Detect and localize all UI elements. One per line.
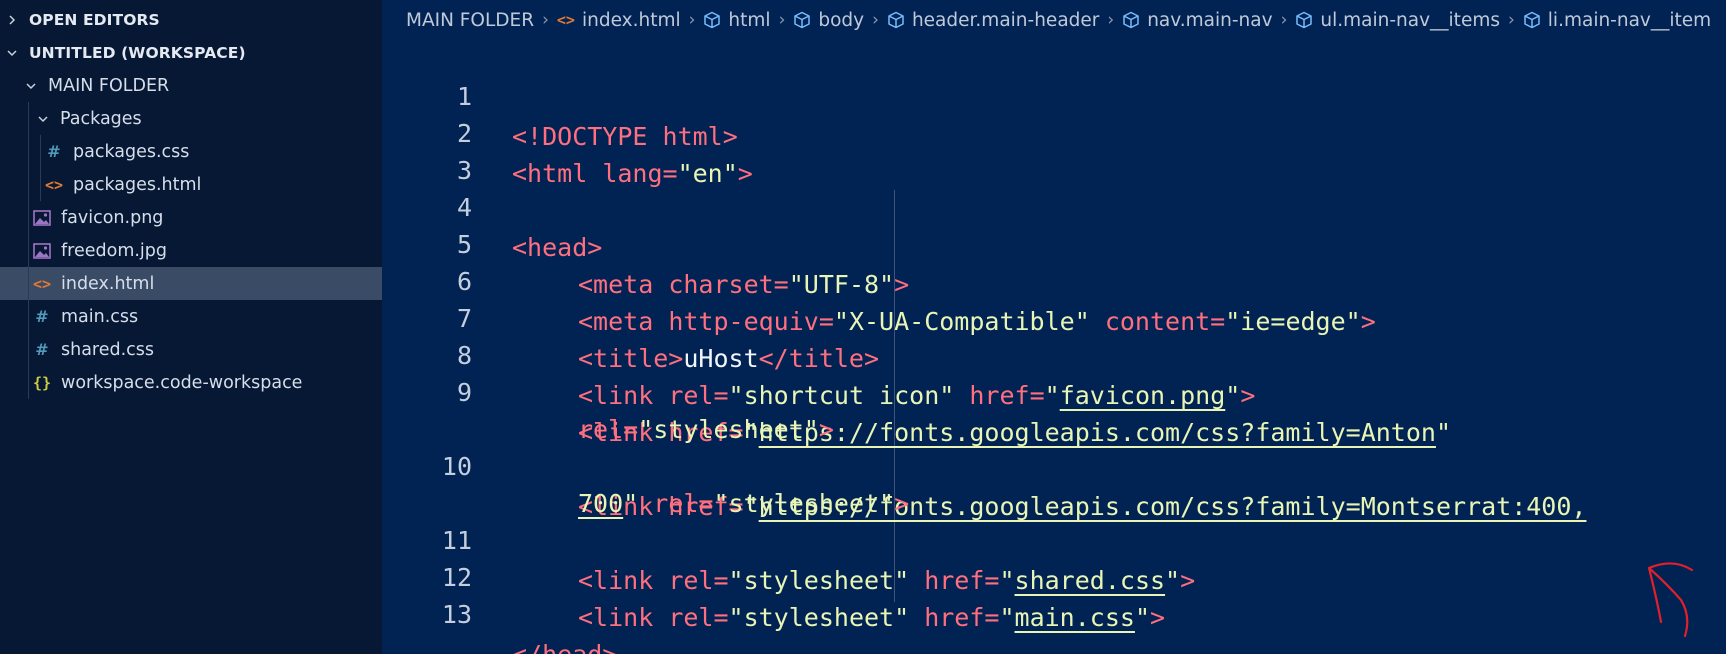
workspace-section[interactable]: UNTITLED (WORKSPACE) <box>0 36 382 69</box>
html-icon: <> <box>45 175 64 194</box>
packages-folder-label: Packages <box>60 108 142 129</box>
chevron-right-icon: › <box>778 10 786 30</box>
symbol-cube-icon <box>793 11 811 29</box>
breadcrumb-item[interactable]: nav.main-nav <box>1147 10 1272 31</box>
code-token-string: " <box>999 603 1015 632</box>
code-line-wrap[interactable]: rel="stylesheet"> <box>382 370 1726 444</box>
code-line[interactable]: 6 <meta http-equiv="X-UA-Compatible" con… <box>382 222 1726 336</box>
breadcrumb-item[interactable]: body <box>818 10 864 31</box>
open-editors-label: OPEN EDITORS <box>29 10 160 29</box>
code-editor[interactable]: MAIN FOLDER › <> index.html › html › bod… <box>382 0 1726 654</box>
code-token-tag: <link <box>578 603 654 632</box>
line-number: 13 <box>441 600 472 629</box>
breadcrumb-item[interactable]: html <box>728 10 770 31</box>
tree-item-workspace-file[interactable]: {} workspace.code-workspace <box>0 366 382 399</box>
code-line[interactable]: 8 <link rel="shortcut icon" href="favico… <box>382 296 1726 410</box>
symbol-cube-icon <box>1122 11 1140 29</box>
code-line[interactable]: 12 <link rel="stylesheet" href="main.css… <box>382 518 1726 632</box>
file-label: favicon.png <box>61 207 164 228</box>
chevron-right-icon: › <box>1507 10 1515 30</box>
hand-drawn-arrow-annotation <box>1647 562 1694 638</box>
css-hash-icon: # <box>47 142 61 161</box>
file-label: freedom.jpg <box>61 240 168 261</box>
file-label: shared.css <box>61 339 155 360</box>
breadcrumb: MAIN FOLDER › <> index.html › html › bod… <box>406 0 1711 40</box>
code-line[interactable]: 1 <!DOCTYPE html> <box>382 37 1726 151</box>
tree-item-freedom-jpg[interactable]: freedom.jpg <box>0 234 382 267</box>
code-token-attr: href= <box>909 603 1000 632</box>
css-hash-icon: # <box>35 340 49 359</box>
code-line[interactable]: 5 <meta charset="UTF-8"> <box>382 185 1726 299</box>
code-line[interactable]: 2 <html lang="en"> <box>382 74 1726 188</box>
symbol-cube-icon <box>1523 11 1541 29</box>
symbol-cube-icon <box>703 11 721 29</box>
chevron-down-icon <box>6 47 20 59</box>
code-line[interactable]: 3 <box>382 111 1726 185</box>
code-token-string: " <box>1134 603 1151 632</box>
breadcrumb-item[interactable]: ul.main-nav__items <box>1320 10 1500 31</box>
chevron-right-icon: › <box>688 10 696 30</box>
file-label: packages.html <box>73 174 202 195</box>
code-token-tag: > <box>1150 603 1166 632</box>
json-braces-icon: {} <box>33 373 52 392</box>
chevron-down-icon <box>25 80 39 92</box>
code-line[interactable]: 11 <link rel="stylesheet" href="shared.c… <box>382 481 1726 595</box>
code-line[interactable]: 13 </head> <box>382 555 1726 654</box>
symbol-cube-icon <box>887 11 905 29</box>
breadcrumb-item[interactable]: index.html <box>582 10 681 31</box>
chevron-right-icon: › <box>542 10 549 30</box>
code-line[interactable]: 7 <title>uHost</title> <box>382 259 1726 373</box>
chevron-down-icon <box>37 113 51 125</box>
tree-item-packages-folder[interactable]: Packages <box>0 102 382 135</box>
code-token-attr: rel= <box>653 603 729 632</box>
explorer-sidebar: OPEN EDITORS UNTITLED (WORKSPACE) MAIN F… <box>0 0 382 654</box>
css-hash-icon: # <box>35 307 49 326</box>
tree-item-main-folder[interactable]: MAIN FOLDER <box>0 69 382 102</box>
workspace-label: UNTITLED (WORKSPACE) <box>29 43 246 62</box>
main-folder-label: MAIN FOLDER <box>48 75 170 96</box>
file-label: main.css <box>61 306 139 327</box>
tree-indent-guide <box>40 135 41 201</box>
symbol-cube-icon <box>1295 11 1313 29</box>
tree-item-packages-css[interactable]: # packages.css <box>0 135 382 168</box>
code-line[interactable]: 9 <link href="https://fonts.googleapis.c… <box>382 333 1726 447</box>
tree-item-main-css[interactable]: # main.css <box>0 300 382 333</box>
file-label: packages.css <box>73 141 190 162</box>
code-line-wrap[interactable]: 700" rel="stylesheet"> <box>382 444 1726 518</box>
tree-item-favicon-png[interactable]: favicon.png <box>0 201 382 234</box>
tree-item-index-html[interactable]: <> index.html <box>0 267 382 300</box>
open-editors-section[interactable]: OPEN EDITORS <box>0 3 382 36</box>
html-icon: <> <box>556 11 575 29</box>
file-label: index.html <box>61 273 155 294</box>
code-token-tag: </head> <box>512 640 617 654</box>
image-icon <box>33 209 51 226</box>
code-line[interactable]: 10 <link href="https://fonts.googleapis.… <box>382 407 1726 521</box>
breadcrumb-item[interactable]: header.main-header <box>912 10 1099 31</box>
tree-item-packages-html[interactable]: <> packages.html <box>0 168 382 201</box>
code-token-string: "stylesheet" <box>728 603 910 632</box>
code-token-link[interactable]: main.css <box>1015 603 1135 632</box>
chevron-right-icon: › <box>1107 10 1115 30</box>
html-icon: <> <box>33 274 52 293</box>
chevron-right-icon: › <box>872 10 879 30</box>
chevron-right-icon <box>6 14 20 26</box>
tree-item-shared-css[interactable]: # shared.css <box>0 333 382 366</box>
tree-indent-guide <box>28 102 29 399</box>
code-line[interactable]: 4 <head> <box>382 148 1726 262</box>
breadcrumb-item[interactable]: li.main-nav__item <box>1548 10 1711 31</box>
chevron-right-icon: › <box>1280 10 1288 30</box>
image-icon <box>33 242 51 259</box>
file-label: workspace.code-workspace <box>61 372 303 393</box>
breadcrumb-item[interactable]: MAIN FOLDER <box>406 10 534 31</box>
